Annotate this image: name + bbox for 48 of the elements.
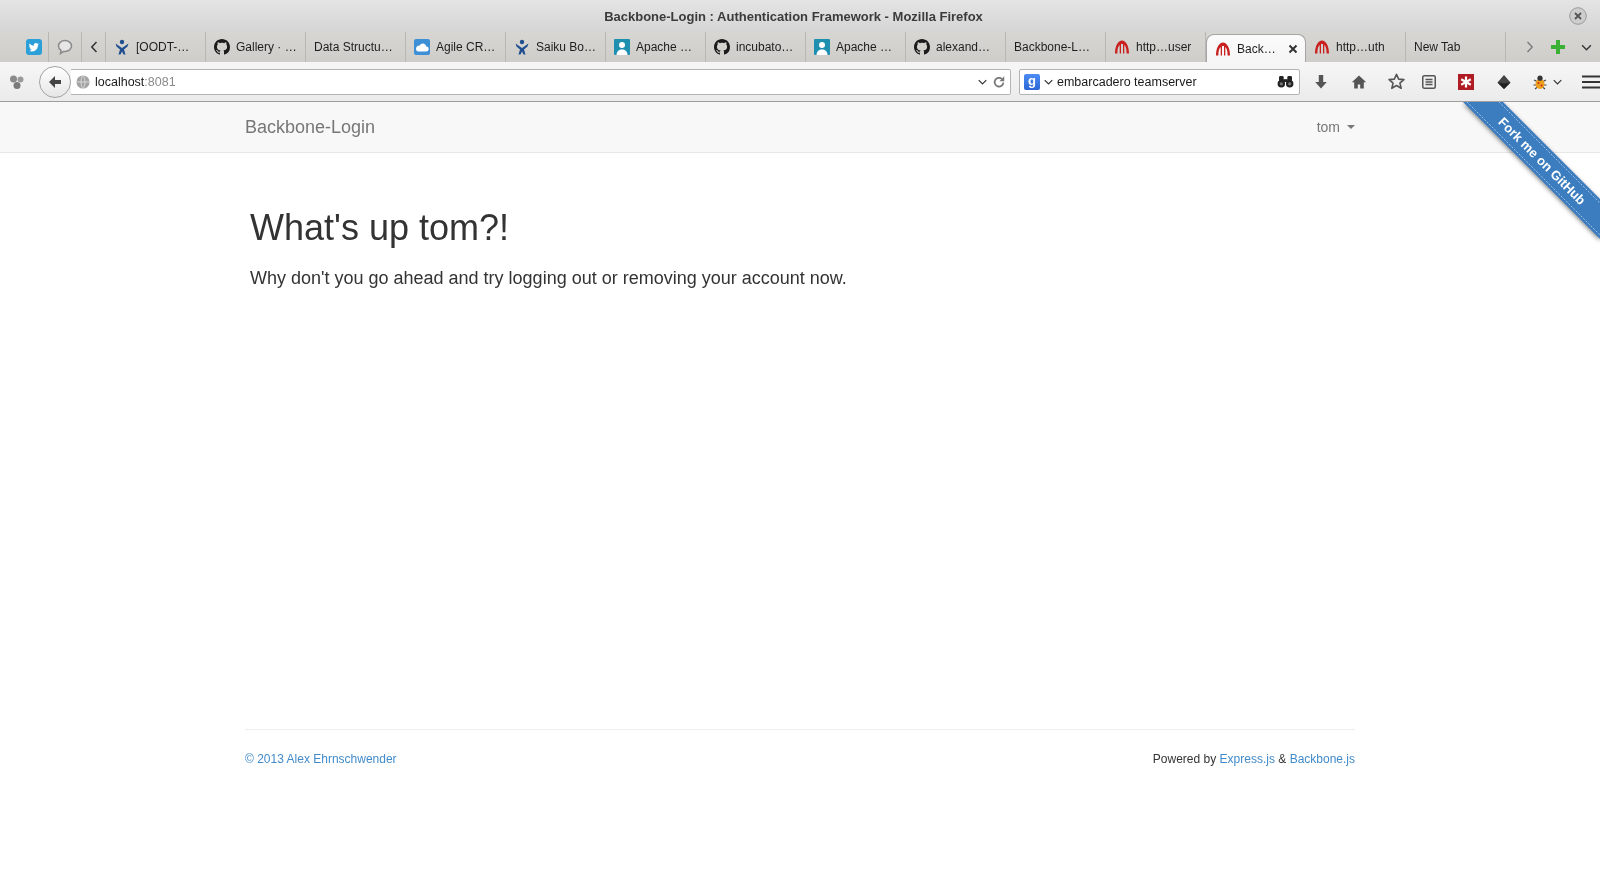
- window-title: Backbone-Login : Authentication Framework - Mozilla Firefox: [604, 8, 983, 24]
- bug-icon[interactable]: [1532, 73, 1548, 90]
- striped-dome-icon: [1215, 40, 1231, 57]
- menu-icon[interactable]: [1582, 74, 1600, 89]
- address-field[interactable]: localhost:8081: [71, 68, 1011, 95]
- binoculars-icon[interactable]: [1277, 75, 1294, 88]
- footer-link[interactable]: Express.js: [1219, 752, 1275, 766]
- chevron-left-icon[interactable]: [89, 41, 98, 53]
- figure-icon: [114, 39, 130, 55]
- chevron-right-icon[interactable]: [1526, 41, 1534, 53]
- globe-icon: [76, 74, 90, 89]
- chevron-down-icon[interactable]: [978, 78, 987, 85]
- striped-dome-icon: [1114, 39, 1130, 55]
- chevron-down-icon[interactable]: [1044, 78, 1053, 85]
- striped-dome-icon: [1314, 39, 1330, 55]
- chevron-down-icon[interactable]: [1553, 78, 1562, 85]
- cat-silhouette-icon: [714, 39, 730, 55]
- chevron-down-icon[interactable]: [1580, 43, 1592, 51]
- footer-link[interactable]: Backbone.js: [1289, 752, 1355, 766]
- list-icon[interactable]: [1421, 73, 1437, 90]
- close-icon[interactable]: [1569, 7, 1587, 25]
- cat-silhouette-icon: [214, 39, 230, 55]
- search-field[interactable]: g embarcadero teamserver: [1019, 68, 1300, 95]
- engine-logo[interactable]: g: [1024, 73, 1040, 90]
- tab[interactable]: Back…: [1206, 34, 1306, 62]
- user-menu[interactable]: tom: [1316, 117, 1355, 137]
- caret-icon: [1347, 125, 1355, 129]
- diamond-icon[interactable]: [1496, 73, 1512, 90]
- cloud-icon: [414, 39, 430, 55]
- bird-icon[interactable]: [26, 39, 42, 55]
- speech-bubble-icon[interactable]: [57, 39, 73, 55]
- download-icon[interactable]: [1313, 73, 1329, 90]
- star-icon[interactable]: [1388, 73, 1405, 90]
- copyright-link[interactable]: © 2013 Alex Ehrnschwender: [245, 751, 397, 767]
- home-icon[interactable]: [1351, 73, 1367, 90]
- intro-text: Why don't you go ahead and try logging out or removing your account now.: [250, 266, 848, 290]
- brand-link[interactable]: Backbone-Login: [245, 117, 376, 137]
- figure-icon: [514, 39, 530, 55]
- asterisk-icon[interactable]: [1458, 73, 1474, 90]
- heading: What's up tom?!: [250, 208, 510, 248]
- credits-text: Powered by Express.js & Backbone.js: [1152, 751, 1355, 767]
- close-icon[interactable]: [1288, 43, 1298, 54]
- back-button[interactable]: [39, 65, 71, 98]
- reload-icon[interactable]: [992, 74, 1006, 89]
- circles-icon[interactable]: [9, 73, 25, 90]
- person-icon: [814, 39, 830, 55]
- cat-silhouette-icon: [914, 39, 930, 55]
- person-icon: [614, 39, 630, 55]
